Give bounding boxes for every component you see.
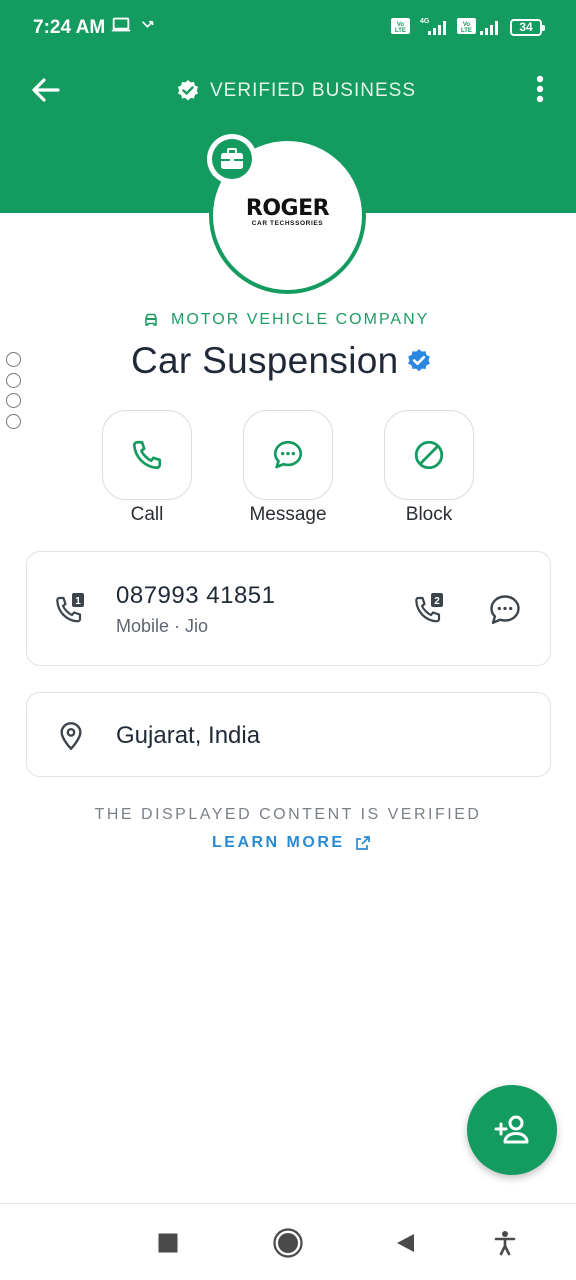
sms-icon[interactable] xyxy=(487,592,523,633)
battery-icon: 34 xyxy=(510,19,545,36)
block-action[interactable]: Block xyxy=(384,410,474,526)
circle-icon xyxy=(273,1228,303,1258)
header-title: VERIFIED BUSINESS xyxy=(210,80,416,101)
phone-subtitle: Mobile · Jio xyxy=(116,616,209,636)
status-time: 7:24 AM xyxy=(33,17,106,38)
phone-icon xyxy=(132,440,162,470)
phone-card[interactable]: 1 087993 41851 Mobile · Jio 2 xyxy=(26,551,551,666)
business-badge xyxy=(207,134,257,184)
chat-bubble-icon xyxy=(273,440,303,469)
square-icon xyxy=(158,1233,178,1253)
accessibility-icon xyxy=(494,1231,516,1256)
verified-business-title: VERIFIED BUSINESS xyxy=(176,76,416,106)
message-action[interactable]: Message xyxy=(243,410,333,526)
learn-more-link[interactable]: LEARN MORE xyxy=(212,832,371,854)
business-name: Car Suspension xyxy=(131,340,399,381)
sim1-call-icon[interactable]: 1 xyxy=(53,592,89,633)
verified-note: THE DISPLAYED CONTENT IS VERIFIED xyxy=(94,806,482,823)
add-contact-button[interactable] xyxy=(467,1085,557,1175)
svg-text:1: 1 xyxy=(75,596,81,607)
signal-icon xyxy=(478,14,504,43)
business-name-row: Car Suspension xyxy=(131,336,432,386)
call-action[interactable]: Call xyxy=(102,410,192,526)
car-icon xyxy=(145,313,157,326)
briefcase-icon xyxy=(221,148,243,169)
verified-check-icon xyxy=(178,80,198,101)
verified-badge-icon xyxy=(408,349,431,372)
call-button[interactable] xyxy=(102,410,192,500)
logo-text: ROGER xyxy=(245,196,330,221)
call-label: Call xyxy=(130,504,164,525)
signal-4g-icon: 4G xyxy=(418,14,450,43)
location-pin-icon xyxy=(55,720,87,757)
back-button[interactable] xyxy=(26,70,66,110)
missed-call-icon xyxy=(140,14,160,41)
volte-icon-2: Vo LTE xyxy=(456,14,478,43)
svg-text:4G: 4G xyxy=(420,18,430,25)
block-button[interactable] xyxy=(384,410,474,500)
block-icon xyxy=(414,440,444,470)
recents-button[interactable] xyxy=(153,1228,183,1258)
svg-text:2: 2 xyxy=(434,596,440,607)
more-vertical-icon xyxy=(536,75,544,103)
accessibility-button[interactable] xyxy=(490,1228,520,1258)
message-button[interactable] xyxy=(243,410,333,500)
back-nav-button[interactable] xyxy=(390,1228,420,1258)
message-label: Message xyxy=(249,504,327,525)
block-label: Block xyxy=(405,504,453,525)
volte-icon: Vo LTE xyxy=(390,14,412,43)
location-text: Gujarat, India xyxy=(116,722,261,749)
svg-text:LTE: LTE xyxy=(461,28,472,34)
system-nav-bar xyxy=(0,1203,576,1280)
location-card[interactable]: Gujarat, India xyxy=(26,692,551,777)
more-options-button[interactable] xyxy=(528,70,552,110)
business-category: MOTOR VEHICLE COMPANY xyxy=(143,309,429,331)
edge-handle-dots[interactable] xyxy=(6,352,21,434)
svg-text:LTE: LTE xyxy=(395,28,406,34)
logo-subtext: CAR TECHSSORIES xyxy=(251,220,324,227)
category-label: MOTOR VEHICLE COMPANY xyxy=(171,311,430,328)
external-link-icon xyxy=(355,836,370,850)
add-person-icon xyxy=(494,1115,529,1144)
laptop-icon xyxy=(110,14,132,41)
learn-more-label: LEARN MORE xyxy=(212,834,345,851)
phone-number[interactable]: 087993 41851 xyxy=(116,582,276,610)
status-bar: 7:24 AM Vo LTE 4G Vo LTE 34 xyxy=(0,0,576,56)
triangle-back-icon xyxy=(397,1234,414,1252)
sim2-call-icon[interactable]: 2 xyxy=(412,592,448,633)
arrow-left-icon xyxy=(32,78,60,102)
home-button[interactable] xyxy=(271,1226,305,1260)
